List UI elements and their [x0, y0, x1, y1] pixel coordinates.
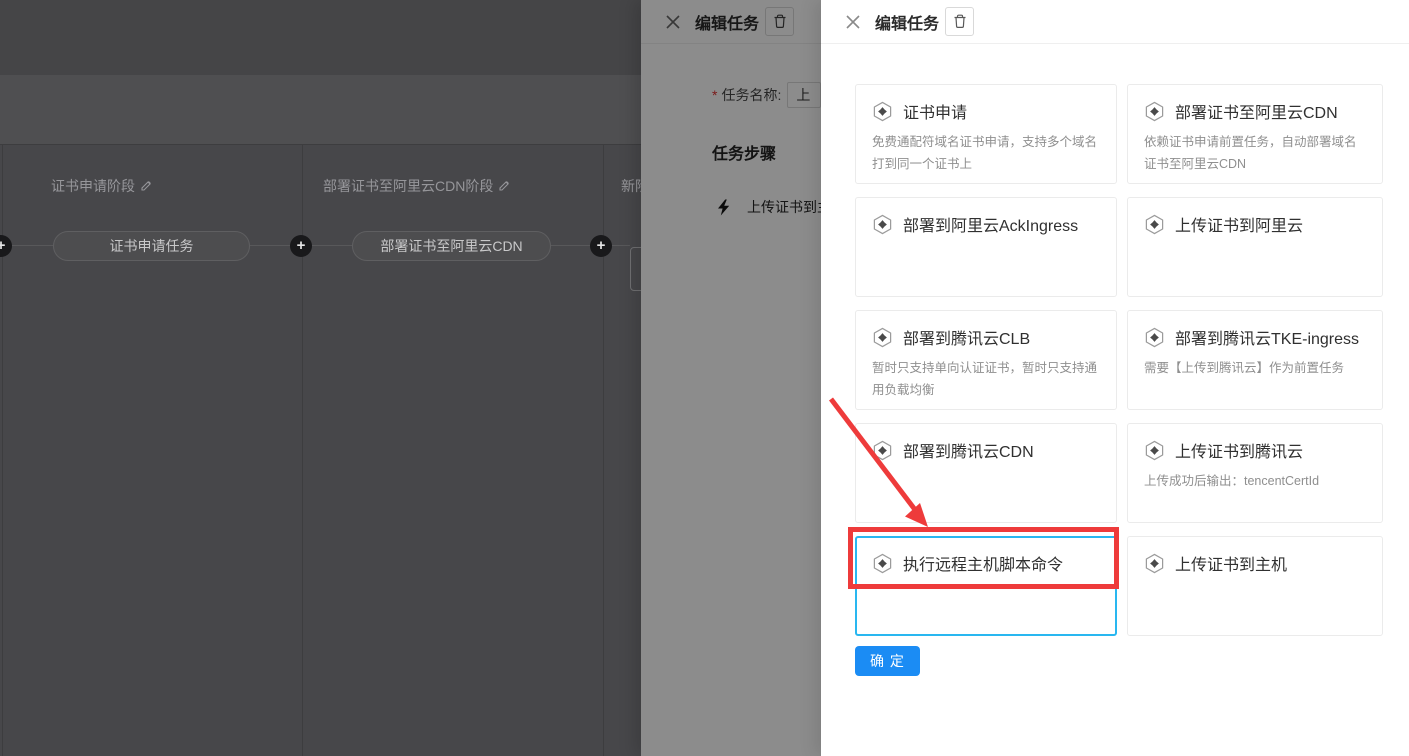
add-task-button[interactable]: + — [290, 235, 312, 257]
task-card-header: 部署到腾讯云CLB — [872, 325, 1100, 349]
task-card-title: 部署到腾讯云CDN — [903, 438, 1034, 462]
new-stage-partial-box — [630, 247, 641, 291]
task-type-hexagon-icon — [872, 327, 893, 348]
task-pill-deploy-cdn[interactable]: 部署证书至阿里云CDN — [352, 231, 551, 261]
task-type-hexagon-icon — [872, 553, 893, 574]
stage-title-text: 新阶 — [621, 176, 641, 196]
task-steps-heading: 任务步骤 — [712, 140, 776, 164]
task-card-title: 部署到腾讯云CLB — [903, 325, 1030, 349]
task-card[interactable]: 执行远程主机脚本命令 — [855, 536, 1117, 636]
task-card-header: 证书申请 — [872, 99, 1100, 123]
task-name-label: 任务名称: — [721, 85, 781, 105]
task-card[interactable]: 上传证书到阿里云 — [1127, 197, 1383, 297]
task-card-title: 上传证书到腾讯云 — [1175, 438, 1303, 462]
task-card-desc: 依赖证书申请前置任务，自动部署域名证书至阿里云CDN — [1144, 132, 1366, 176]
task-card-desc: 上传成功后输出：tencentCertId — [1144, 471, 1366, 493]
task-card-desc: 需要【上传到腾讯云】作为前置任务 — [1144, 358, 1366, 380]
task-type-hexagon-icon — [1144, 214, 1165, 235]
task-type-hexagon-icon — [1144, 553, 1165, 574]
drawer-header: 编辑任务 — [821, 0, 1409, 44]
task-card-title: 执行远程主机脚本命令 — [903, 551, 1063, 575]
trash-icon — [953, 14, 967, 29]
pipeline-toolbar — [0, 75, 641, 145]
drawer-dim-mask — [641, 0, 821, 756]
task-step-label: 上传证书到主 — [747, 197, 831, 217]
task-card-header: 上传证书到主机 — [1144, 551, 1366, 575]
delete-task-button[interactable] — [765, 7, 794, 36]
edit-pencil-icon[interactable] — [140, 180, 152, 192]
close-icon[interactable] — [845, 14, 861, 30]
stage-title-3: 新阶 — [621, 176, 641, 196]
task-card-title: 证书申请 — [903, 99, 967, 123]
edit-pencil-icon[interactable] — [498, 180, 510, 192]
task-type-hexagon-icon — [1144, 440, 1165, 461]
task-type-hexagon-icon — [1144, 101, 1165, 122]
lightning-icon — [717, 199, 730, 216]
confirm-button[interactable]: 确 定 — [855, 646, 920, 676]
task-card-title: 部署到腾讯云TKE-ingress — [1175, 325, 1359, 349]
add-task-button[interactable]: + — [590, 235, 612, 257]
task-pill-cert-apply[interactable]: 证书申请任务 — [53, 231, 250, 261]
task-card-title: 部署到阿里云AckIngress — [903, 212, 1078, 236]
stage-title-text: 部署证书至阿里云CDN阶段 — [323, 176, 493, 196]
task-card[interactable]: 上传证书到腾讯云 上传成功后输出：tencentCertId — [1127, 423, 1383, 523]
task-name-input[interactable]: 上 — [787, 82, 821, 108]
task-step-item[interactable]: 上传证书到主 — [717, 197, 831, 217]
task-card[interactable]: 部署到腾讯云TKE-ingress 需要【上传到腾讯云】作为前置任务 — [1127, 310, 1383, 410]
task-type-hexagon-icon — [1144, 327, 1165, 348]
task-card-header: 执行远程主机脚本命令 — [872, 551, 1100, 575]
pipeline-canvas: 证书申请阶段 部署证书至阿里云CDN阶段 新阶 证书申请任务 部署证书至阿里云C… — [0, 0, 641, 756]
stage-title-text: 证书申请阶段 — [51, 176, 135, 196]
close-icon[interactable] — [665, 14, 681, 30]
stage-title-2: 部署证书至阿里云CDN阶段 — [323, 176, 510, 196]
required-asterisk: * — [712, 87, 717, 103]
task-card[interactable]: 部署证书至阿里云CDN 依赖证书申请前置任务，自动部署域名证书至阿里云CDN — [1127, 84, 1383, 184]
task-card-header: 部署证书至阿里云CDN — [1144, 99, 1366, 123]
task-card[interactable]: 部署到阿里云AckIngress — [855, 197, 1117, 297]
task-card-desc: 暂时只支持单向认证证书，暂时只支持通用负载均衡 — [872, 358, 1100, 402]
task-card-header: 上传证书到阿里云 — [1144, 212, 1366, 236]
task-card[interactable]: 证书申请 免费通配符域名证书申请，支持多个域名打到同一个证书上 — [855, 84, 1117, 184]
task-card-header: 部署到腾讯云TKE-ingress — [1144, 325, 1366, 349]
drawer-header: 编辑任务 — [641, 0, 821, 44]
task-card[interactable]: 部署到腾讯云CLB 暂时只支持单向认证证书，暂时只支持通用负载均衡 — [855, 310, 1117, 410]
task-card-title: 部署证书至阿里云CDN — [1175, 99, 1338, 123]
task-card-header: 部署到阿里云AckIngress — [872, 212, 1100, 236]
drawer-title: 编辑任务 — [695, 10, 759, 34]
task-card[interactable]: 部署到腾讯云CDN — [855, 423, 1117, 523]
edit-task-drawer-back: 编辑任务 * 任务名称: 上 任务步骤 上传证书到主 — [641, 0, 821, 756]
task-card[interactable]: 上传证书到主机 — [1127, 536, 1383, 636]
task-card-header: 上传证书到腾讯云 — [1144, 438, 1366, 462]
task-card-header: 部署到腾讯云CDN — [872, 438, 1100, 462]
task-name-row: * 任务名称: 上 — [641, 82, 821, 108]
task-card-title: 上传证书到阿里云 — [1175, 212, 1303, 236]
task-type-hexagon-icon — [872, 440, 893, 461]
delete-task-button[interactable] — [945, 7, 974, 36]
task-type-hexagon-icon — [872, 101, 893, 122]
add-task-button[interactable]: + — [0, 235, 12, 257]
drawer-title: 编辑任务 — [875, 10, 939, 34]
task-card-grid: 证书申请 免费通配符域名证书申请，支持多个域名打到同一个证书上 部署证书至阿里云… — [855, 84, 1395, 636]
trash-icon — [773, 14, 787, 29]
task-type-hexagon-icon — [872, 214, 893, 235]
task-card-desc: 免费通配符域名证书申请，支持多个域名打到同一个证书上 — [872, 132, 1100, 176]
stage-title-1: 证书申请阶段 — [51, 176, 152, 196]
app-top-bar — [0, 0, 641, 75]
task-card-title: 上传证书到主机 — [1175, 551, 1287, 575]
edit-task-drawer-front: 编辑任务 证书申请 免费通配符域名证书申请，支持多个域名打到同一个证书上 部署证… — [821, 0, 1409, 756]
